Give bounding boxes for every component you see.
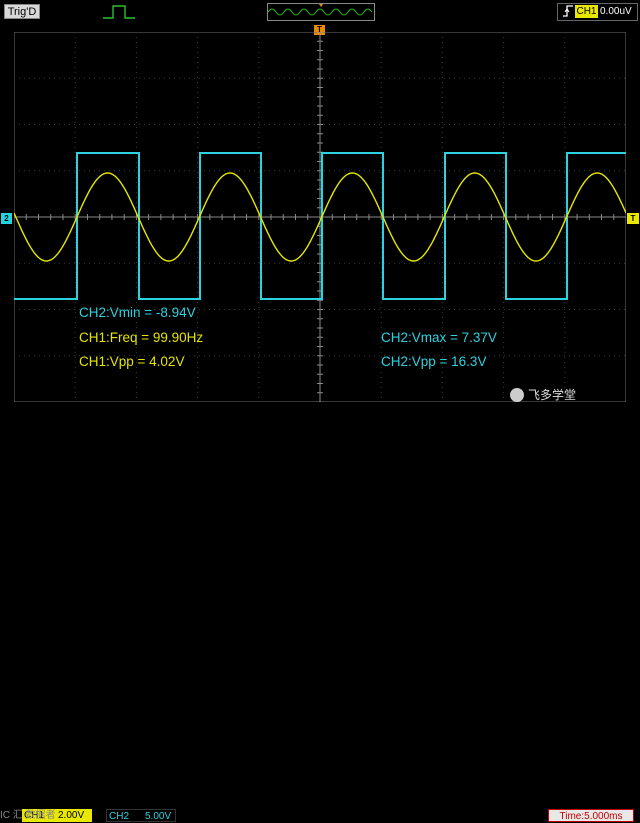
rising-edge-icon [563,5,573,17]
measurement-ch1-vpp: CH1:Vpp = 4.02V [79,354,185,369]
graticule-lines [14,32,626,402]
ch2-ground-marker[interactable]: 2 [1,213,12,224]
bottom-status-bar: CH1 2.00V CH2 5.00V IC 汇 数据者 Time:5.000m… [0,403,640,822]
timebase-trigger-marker [319,4,323,7]
brand-text: 飞多学堂 [528,388,577,402]
measurement-ch1-freq: CH1:Freq = 99.90Hz [79,330,204,345]
timebase-overview-waveform [267,4,373,16]
wechat-logo-icon [510,388,524,402]
ch1-scale-value: 2.00V [58,810,85,821]
oscilloscope-screen: Trig'D CH1 0.00uV T 2 T CH2:Vmin = -8.94… [0,0,640,822]
measurement-ch2-vpp: CH2:Vpp = 16.3V [381,354,487,369]
measurement-ch2-vmax: CH2:Vmax = 7.37V [381,330,497,345]
trigger-state-badge: Trig'D [4,4,40,19]
graticule [14,32,626,402]
top-status-bar: Trig'D CH1 0.00uV [0,0,640,24]
trigger-level-marker[interactable]: T [627,213,639,224]
ch2-scale-label: CH2 [109,811,130,822]
time-scale-badge[interactable]: Time:5.000ms [548,809,634,822]
ch2-scale-badge[interactable]: CH2 5.00V [106,809,176,822]
trigger-level-value: 0.00uV [600,6,632,17]
brand-watermark: 飞多学堂 [510,386,577,404]
source-watermark: IC 汇 数据者 [0,810,56,821]
pulse-trigger-icon [103,5,135,19]
ch2-scale-value: 5.00V [145,811,172,822]
timebase-overview-window[interactable] [267,3,375,21]
measurement-ch2-vmin: CH2:Vmin = -8.94V [79,305,196,320]
trigger-source-badge: CH1 [575,5,598,18]
